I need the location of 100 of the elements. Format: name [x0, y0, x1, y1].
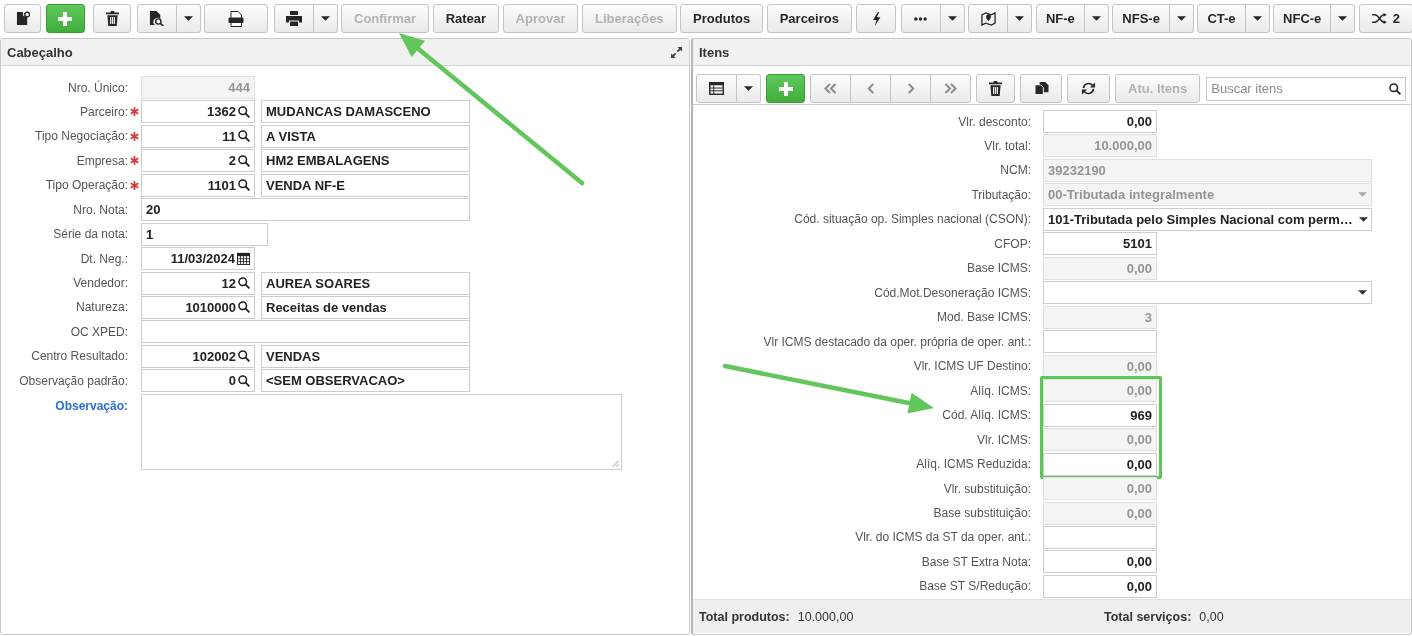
toolbar-button[interactable]	[93, 4, 131, 33]
field-label: Observação:	[55, 398, 128, 413]
toolbar-button[interactable]	[1020, 74, 1062, 103]
dropdown-toggle[interactable]	[1008, 4, 1033, 33]
field-label: Base ST S/Redução:	[919, 579, 1031, 594]
number-field[interactable]: 0,00	[1043, 110, 1157, 133]
field-label: Nro. Nota:	[73, 202, 128, 217]
dropdown-toggle[interactable]	[1084, 4, 1109, 33]
field-label: Tipo Operação:	[45, 178, 128, 193]
search-icon[interactable]	[238, 154, 250, 167]
date-field[interactable]: 11/03/2024	[141, 247, 255, 271]
field-label: Série da nota:	[53, 227, 128, 242]
field-label: Vlr. ICMS UF Destino:	[913, 359, 1031, 374]
table-icon	[709, 82, 724, 95]
dropdown-toggle[interactable]	[313, 4, 338, 33]
toolbar-button[interactable]	[856, 4, 897, 33]
field-label: Vlr. do ICMS da ST da oper. ant.:	[855, 530, 1031, 545]
field-label: Vlr. substituição:	[943, 481, 1031, 496]
code-field[interactable]: 0	[141, 369, 255, 393]
textarea-field[interactable]	[141, 393, 622, 470]
number-field[interactable]: 0,00	[1043, 550, 1157, 574]
caret-icon	[947, 16, 957, 21]
shuffle-icon	[1371, 13, 1387, 24]
code-field[interactable]: 11	[141, 124, 255, 148]
dropdown-toggle[interactable]	[737, 74, 761, 103]
toolbar-button[interactable]	[696, 74, 737, 103]
description-field[interactable]: MUDANCAS DAMASCENO	[261, 100, 470, 124]
dropdown-toggle[interactable]	[1169, 4, 1194, 33]
number-field[interactable]: 5101	[1043, 232, 1157, 256]
select-field[interactable]	[1043, 281, 1372, 305]
description-field[interactable]: VENDAS	[261, 344, 470, 368]
text-field[interactable]: 1	[141, 222, 268, 246]
toolbar-button[interactable]: NFS-e	[1112, 4, 1170, 33]
search-icon[interactable]	[238, 277, 250, 289]
caret-icon	[183, 16, 193, 21]
toolbar-button[interactable]	[968, 4, 1009, 33]
dropdown-toggle[interactable]	[176, 4, 201, 33]
caret-icon	[744, 86, 753, 91]
search-icon[interactable]	[238, 350, 250, 363]
dropdown-toggle[interactable]	[1331, 4, 1356, 33]
field-label: Mod. Base ICMS:	[936, 310, 1031, 325]
expand-icon[interactable]	[671, 46, 682, 58]
field-label: CFOP:	[994, 236, 1031, 251]
toolbar-button[interactable]: NFC-e	[1273, 4, 1332, 33]
panel-title: Cabeçalho	[7, 44, 73, 60]
search-icon[interactable]	[238, 130, 250, 143]
add-button[interactable]	[766, 74, 805, 103]
refresh-icon	[1081, 81, 1096, 96]
description-field[interactable]: HM2 EMBALAGENS	[261, 149, 470, 173]
dropdown-toggle[interactable]	[940, 4, 965, 33]
description-field[interactable]: <SEM OBSERVACAO>	[261, 369, 470, 393]
toolbar-button[interactable]: NF-e	[1035, 4, 1085, 33]
search-icon[interactable]	[1389, 82, 1402, 95]
search-icon[interactable]	[238, 105, 250, 118]
calendar-icon[interactable]	[237, 252, 250, 266]
code-field[interactable]: 1101	[141, 173, 255, 197]
number-field[interactable]: 0,00	[1043, 574, 1157, 598]
caret-icon	[1252, 16, 1262, 21]
toolbar-button[interactable]	[4, 4, 41, 33]
resize-grip-icon[interactable]	[612, 459, 619, 467]
text-field[interactable]	[141, 320, 470, 344]
search-field[interactable]: Buscar itens	[1206, 76, 1407, 101]
number-field[interactable]	[1043, 330, 1157, 354]
toolbar-button[interactable]: CT-e	[1197, 4, 1246, 33]
toolbar-button[interactable]: 2	[1358, 4, 1412, 33]
dropdown-toggle[interactable]	[1245, 4, 1270, 33]
toolbar-button[interactable]	[273, 4, 314, 33]
lightning-icon	[871, 11, 881, 26]
code-field[interactable]: 102002	[141, 344, 255, 368]
search-icon[interactable]	[238, 179, 250, 192]
toolbar-button[interactable]: Ratear	[432, 4, 500, 33]
field-label: Cód. Alíq. ICMS:	[942, 408, 1031, 423]
toolbar-button[interactable]	[204, 4, 268, 33]
toolbar-button[interactable]	[976, 74, 1015, 103]
field-label: Cód. situação op. Simples nacional (CSON):	[794, 212, 1031, 227]
code-field[interactable]: 1010000	[141, 295, 255, 319]
toolbar-button[interactable]	[136, 4, 177, 33]
number-field[interactable]	[1043, 525, 1157, 549]
field-label: Observação padrão:	[19, 373, 128, 388]
caret-icon	[1358, 290, 1367, 296]
text-field[interactable]: 20	[141, 198, 470, 222]
description-field[interactable]: AUREA SOARES	[261, 271, 470, 295]
field-label: Empresa:	[76, 153, 128, 168]
description-field[interactable]: Receitas de vendas	[261, 295, 470, 319]
toolbar-button[interactable]	[1067, 74, 1110, 103]
select-field[interactable]: 101-Tributada pelo Simples Nacional com perm…	[1043, 207, 1372, 231]
field-label: Tipo Negociação:	[35, 129, 128, 144]
description-field[interactable]: VENDA NF-E	[261, 173, 470, 197]
map-icon	[980, 11, 996, 26]
search-icon[interactable]	[238, 301, 250, 314]
code-field[interactable]: 1362	[141, 100, 255, 124]
toolbar-button[interactable]: Parceiros	[766, 4, 852, 33]
code-field[interactable]: 2	[141, 149, 255, 173]
search-icon[interactable]	[238, 374, 250, 387]
description-field[interactable]: A VISTA	[261, 124, 470, 148]
code-field[interactable]: 12	[141, 271, 255, 295]
field-label: Vlr. ICMS:	[977, 432, 1031, 447]
toolbar-button[interactable]: Produtos	[680, 4, 764, 33]
field-label: Vendedor:	[73, 276, 128, 290]
total-label: Total produtos:	[699, 609, 790, 624]
